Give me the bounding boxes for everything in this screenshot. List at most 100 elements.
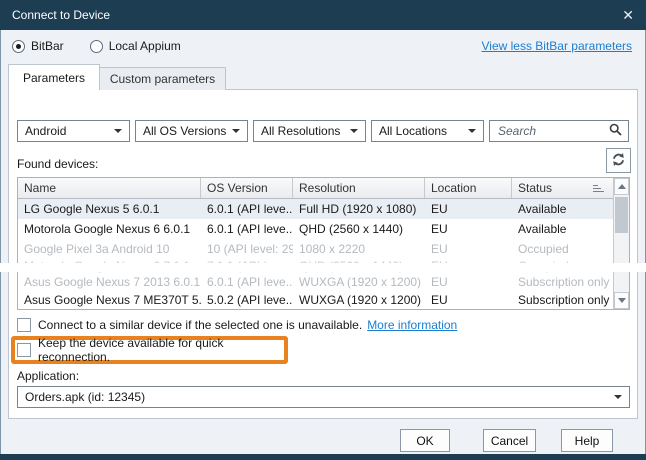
view-less-bitbar-parameters-link[interactable]: View less BitBar parameters [481, 39, 632, 53]
cell-os-version[interactable]: 6.0.1 (API leve... [201, 222, 293, 236]
cancel-button[interactable]: Cancel [483, 429, 536, 452]
table-scrollbar[interactable] [613, 178, 629, 309]
cell-name[interactable]: Motorola Google Nexus 6 6.0.1 [18, 222, 201, 236]
quick-filter-search [489, 120, 629, 142]
similar-device-label[interactable]: Connect to a similar device if the selec… [38, 318, 362, 332]
device-row-selected[interactable]: LG Google Nexus 5 6.0.1 6.0.1 (API leve.… [18, 199, 629, 219]
scrollbar-thumb[interactable] [615, 197, 628, 233]
cell-location[interactable]: EU [425, 293, 512, 307]
chevron-down-icon [614, 395, 622, 399]
tab-parameters-label: Parameters [23, 71, 85, 85]
cell-os-version[interactable]: 10 (API level: 29) [201, 242, 293, 256]
ok-button[interactable]: OK [400, 429, 450, 452]
keep-device-label[interactable]: Keep the device available for quick reco… [38, 336, 284, 364]
column-header-location[interactable]: Location [425, 178, 512, 198]
location-value: All Locations [379, 124, 447, 138]
connect-to-device-dialog: Connect to Device ✕ BitBar Local Appium … [0, 0, 646, 460]
cell-status[interactable]: Occupied [512, 242, 612, 256]
scroll-down-icon [618, 298, 626, 303]
cell-os-version[interactable]: 6.0.1 (API leve... [201, 275, 293, 289]
devices-table: Name OS Version Resolution Location Stat… [17, 177, 630, 310]
column-header-resolution[interactable]: Resolution [293, 178, 425, 198]
scroll-up-button[interactable] [614, 178, 629, 195]
radio-local-appium-label: Local Appium [109, 39, 181, 53]
column-header-os-version[interactable]: OS Version [201, 178, 293, 198]
application-dropdown[interactable]: Orders.apk (id: 12345) [17, 386, 630, 408]
device-type-dropdown[interactable]: Android [17, 120, 130, 142]
cell-location[interactable]: EU [425, 222, 512, 236]
chevron-down-icon [232, 129, 240, 133]
location-dropdown[interactable]: All Locations [371, 120, 484, 142]
cell-name[interactable]: LG Google Nexus 5 6.0.1 [18, 202, 201, 216]
refresh-button[interactable] [606, 148, 631, 173]
chevron-down-icon [114, 129, 122, 133]
provider-selector-row: BitBar Local Appium View less BitBar par… [12, 34, 632, 58]
close-icon[interactable]: ✕ [622, 8, 634, 22]
keep-device-checkbox[interactable] [17, 343, 31, 357]
cell-status[interactable]: Subscription only [512, 275, 612, 289]
title-bar: Connect to Device ✕ [0, 0, 646, 30]
column-header-location-label: Location [431, 181, 476, 195]
column-header-status[interactable]: Status [512, 178, 612, 198]
table-header-row: Name OS Version Resolution Location Stat… [18, 178, 629, 199]
cell-os-version[interactable]: 6.0.1 (API leve... [201, 202, 293, 216]
device-row-occupied[interactable]: Google Pixel 3a Android 10 10 (API level… [18, 239, 629, 259]
device-row[interactable]: Asus Google Nexus 7 ME370T 5.0.2 5.0.2 (… [18, 291, 629, 309]
device-row[interactable]: Motorola Google Nexus 6 6.0.1 6.0.1 (API… [18, 219, 629, 239]
column-header-status-label: Status [518, 181, 552, 195]
radio-bitbar[interactable]: BitBar [12, 39, 64, 53]
cell-name[interactable]: Google Pixel 3a Android 10 [18, 242, 201, 256]
cell-name[interactable]: Asus Google Nexus 7 ME370T 5.0.2 [18, 293, 201, 307]
found-devices-label: Found devices: [17, 157, 98, 171]
column-header-name[interactable]: Name [18, 178, 201, 198]
column-header-os-version-label: OS Version [207, 181, 268, 195]
cell-resolution[interactable]: QHD (2560 x 1440) [293, 222, 425, 236]
tab-custom-parameters[interactable]: Custom parameters [99, 67, 226, 90]
similar-device-option: Connect to a similar device if the selec… [17, 318, 457, 332]
cancel-button-label: Cancel [491, 434, 528, 448]
chevron-down-icon [350, 129, 358, 133]
radio-unselected-icon [90, 40, 103, 53]
sort-ascending-icon[interactable] [593, 185, 606, 192]
cell-status[interactable]: Subscription only [512, 293, 612, 307]
resolution-value: All Resolutions [261, 124, 340, 138]
ok-button-label: OK [416, 434, 433, 448]
os-version-dropdown[interactable]: All OS Versions [135, 120, 248, 142]
radio-local-appium[interactable]: Local Appium [90, 39, 181, 53]
cell-status[interactable]: Available [512, 202, 612, 216]
os-version-value: All OS Versions [143, 124, 226, 138]
device-row-subscription[interactable]: Asus Google Nexus 7 2013 6.0.1 6.0.1 (AP… [18, 273, 629, 291]
refresh-icon [611, 152, 626, 170]
cell-location[interactable]: EU [425, 202, 512, 216]
application-label: Application: [17, 369, 79, 383]
dialog-border-bottom [0, 454, 646, 460]
application-value: Orders.apk (id: 12345) [25, 390, 145, 404]
cell-name[interactable]: Asus Google Nexus 7 2013 6.0.1 [18, 275, 201, 289]
cell-resolution[interactable]: WUXGA (1920 x 1200) [293, 275, 425, 289]
highlight-box: Keep the device available for quick reco… [11, 336, 288, 364]
cell-status[interactable]: Available [512, 222, 612, 236]
radio-bitbar-label: BitBar [31, 39, 64, 53]
column-header-name-label: Name [24, 181, 56, 195]
help-button[interactable]: Help [561, 429, 613, 452]
cell-resolution[interactable]: 1080 x 2220 [293, 242, 425, 256]
tab-parameters[interactable]: Parameters [8, 64, 100, 90]
tab-custom-parameters-label: Custom parameters [110, 72, 215, 86]
resolution-dropdown[interactable]: All Resolutions [253, 120, 366, 142]
dialog-title: Connect to Device [12, 8, 110, 22]
more-information-link[interactable]: More information [367, 318, 457, 332]
screenshot-tear-band [0, 263, 646, 272]
cell-location[interactable]: EU [425, 275, 512, 289]
similar-device-checkbox[interactable] [17, 318, 31, 332]
radio-selected-icon [12, 40, 25, 53]
cell-resolution[interactable]: Full HD (1920 x 1080) [293, 202, 425, 216]
chevron-down-icon [468, 129, 476, 133]
cell-resolution[interactable]: WUXGA (1920 x 1200) [293, 293, 425, 307]
search-input[interactable] [496, 123, 609, 139]
scroll-down-button[interactable] [614, 292, 629, 309]
search-icon [609, 123, 622, 139]
cell-location[interactable]: EU [425, 242, 512, 256]
column-header-resolution-label: Resolution [299, 181, 356, 195]
cell-os-version[interactable]: 5.0.2 (API leve... [201, 293, 293, 307]
device-type-value: Android [25, 124, 66, 138]
